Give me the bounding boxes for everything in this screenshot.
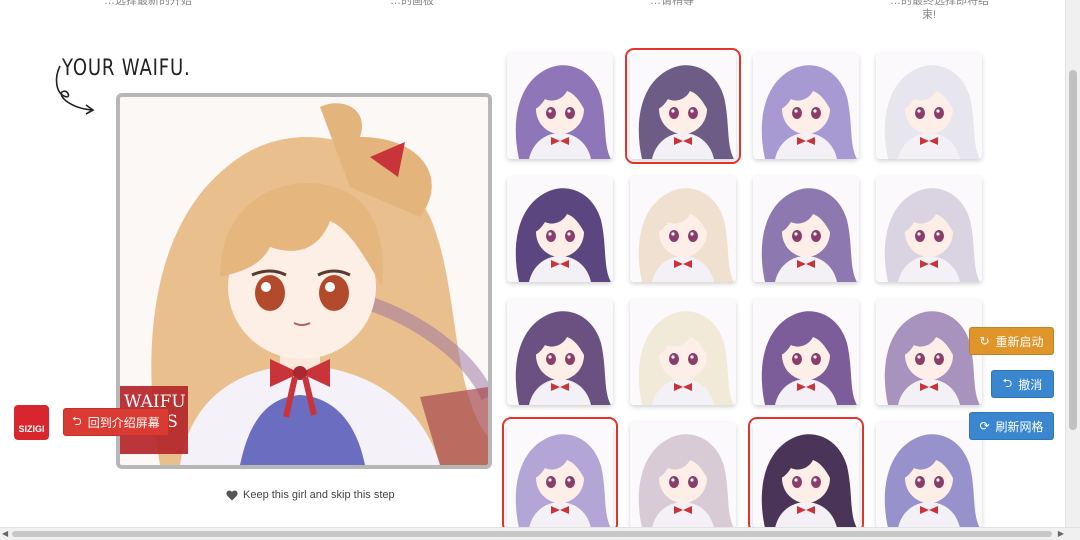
- waifu-tile[interactable]: [507, 299, 613, 405]
- undo-icon: ⮌: [1002, 375, 1013, 390]
- top-snippet-5: 束!: [922, 9, 937, 21]
- anime-portrait-thumbnail: [507, 299, 613, 405]
- anime-portrait-thumbnail: [507, 422, 613, 528]
- waifu-tile[interactable]: [876, 53, 982, 159]
- waifu-tile[interactable]: [876, 299, 982, 405]
- waifu-tile[interactable]: [502, 417, 618, 533]
- keep-girl-link[interactable]: Keep this girl and skip this step: [226, 489, 395, 501]
- waifu-tile[interactable]: [630, 422, 736, 528]
- top-snippet-1: …选择最新的开始: [104, 0, 192, 7]
- back-arrow-icon: ⮌: [72, 413, 82, 428]
- refresh-grid-button[interactable]: ⟳ 刷新网格: [969, 412, 1054, 440]
- scroll-left-icon[interactable]: ◀: [2, 528, 8, 540]
- waifu-tile[interactable]: [748, 417, 864, 533]
- curly-arrow-icon: [55, 65, 95, 115]
- scroll-right-icon[interactable]: ▶: [1058, 528, 1064, 540]
- anime-portrait-thumbnail: [876, 176, 982, 282]
- waifu-tile[interactable]: [507, 176, 613, 282]
- anime-portrait-thumbnail: [753, 176, 859, 282]
- top-snippet-2: …的画板: [390, 0, 434, 7]
- back-to-intro-button[interactable]: ⮌ 回到介绍屏幕: [63, 408, 169, 436]
- sizigi-logo[interactable]: SIZIGI: [14, 405, 49, 440]
- undo-label: 撤消: [1018, 377, 1043, 392]
- refresh-icon: ⟳: [979, 419, 990, 433]
- anime-portrait-thumbnail: [507, 176, 613, 282]
- horizontal-scrollbar[interactable]: ◀ ▶: [0, 527, 1080, 540]
- anime-portrait-thumbnail: [876, 299, 982, 405]
- anime-portrait-thumbnail: [630, 299, 736, 405]
- waifu-tile[interactable]: [630, 299, 736, 405]
- waifu-tile[interactable]: [876, 422, 982, 528]
- restart-button[interactable]: ↻ 重新启动: [969, 327, 1054, 355]
- waifu-tile[interactable]: [753, 53, 859, 159]
- waifu-tile[interactable]: [625, 48, 741, 164]
- top-snippet-4: …的最终选择即将结: [890, 0, 989, 7]
- waifu-tile[interactable]: [876, 176, 982, 282]
- page: …选择最新的开始 …的画板 …请稍等 …的最终选择即将结 束! YOUR WAI…: [0, 0, 1080, 540]
- restart-icon: ↻: [979, 334, 990, 348]
- anime-portrait-thumbnail: [876, 422, 982, 528]
- heart-icon: [226, 490, 238, 500]
- anime-portrait-thumbnail: [753, 422, 859, 528]
- anime-portrait-thumbnail: [876, 53, 982, 159]
- anime-portrait-thumbnail: [753, 299, 859, 405]
- refresh-label: 刷新网格: [995, 419, 1044, 434]
- waifu-tile[interactable]: [753, 176, 859, 282]
- keep-girl-label: Keep this girl and skip this step: [243, 489, 395, 501]
- back-to-intro-label: 回到介绍屏幕: [87, 415, 160, 430]
- restart-label: 重新启动: [995, 334, 1044, 349]
- top-snippet-3: …请稍等: [650, 0, 694, 7]
- anime-portrait-thumbnail: [753, 53, 859, 159]
- anime-portrait-thumbnail: [630, 176, 736, 282]
- anime-portrait-thumbnail: [630, 53, 736, 159]
- undo-button[interactable]: ⮌ 撤消: [991, 370, 1054, 398]
- waifu-tile[interactable]: [507, 53, 613, 159]
- anime-portrait-thumbnail: [507, 53, 613, 159]
- waifu-tile[interactable]: [630, 176, 736, 282]
- vertical-scrollbar[interactable]: [1065, 0, 1080, 528]
- waifu-tile[interactable]: [753, 299, 859, 405]
- anime-portrait-thumbnail: [630, 422, 736, 528]
